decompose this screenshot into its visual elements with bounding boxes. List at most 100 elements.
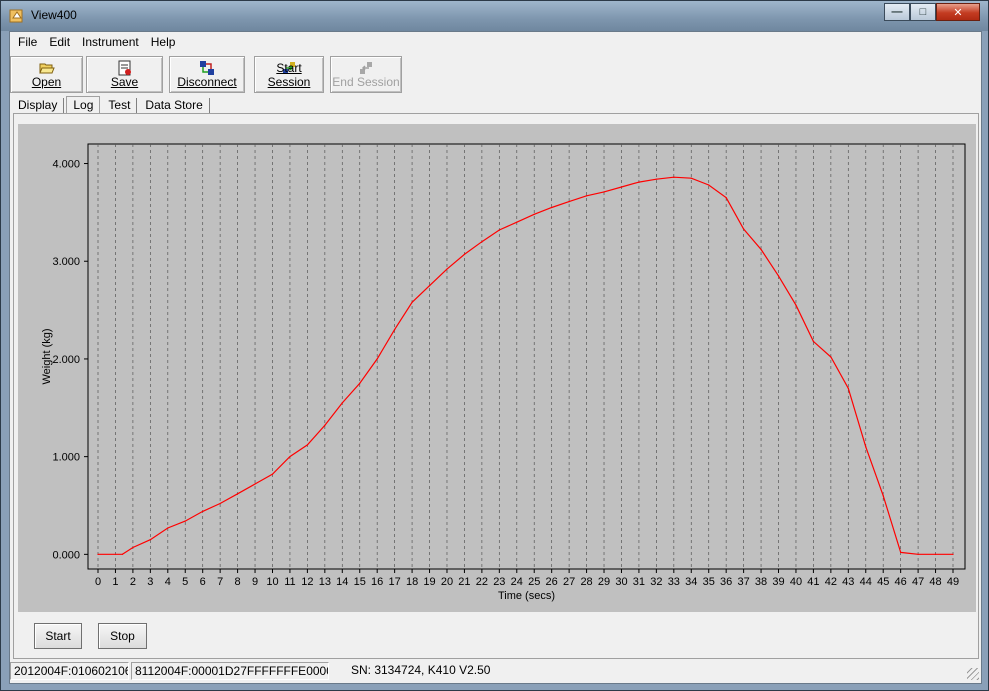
data-point bbox=[812, 340, 815, 342]
data-point bbox=[865, 446, 867, 448]
resize-grip[interactable] bbox=[967, 668, 979, 680]
data-point bbox=[149, 539, 151, 541]
data-point bbox=[236, 493, 239, 495]
data-point bbox=[743, 228, 745, 230]
close-icon: ✕ bbox=[953, 6, 963, 19]
x-tick-label: 40 bbox=[790, 576, 802, 588]
data-point bbox=[446, 268, 448, 270]
save-icon bbox=[118, 60, 131, 76]
data-point bbox=[516, 221, 518, 223]
data-point bbox=[463, 253, 466, 256]
data-point bbox=[219, 502, 221, 505]
data-point bbox=[882, 495, 884, 497]
data-point bbox=[324, 424, 326, 426]
maximize-icon: □ bbox=[919, 6, 927, 18]
open-label: Open bbox=[31, 75, 62, 89]
data-point bbox=[673, 176, 675, 178]
client-area: File Edit Instrument Help Open Save Disc… bbox=[9, 31, 982, 684]
x-tick-label: 2 bbox=[130, 576, 136, 588]
x-tick-label: 21 bbox=[458, 576, 470, 588]
maximize-button[interactable]: □ bbox=[910, 3, 936, 21]
tab-data-store[interactable]: Data Store bbox=[139, 98, 210, 114]
x-tick-label: 10 bbox=[266, 576, 278, 588]
data-point bbox=[306, 444, 308, 446]
start-button[interactable]: Start bbox=[34, 623, 82, 649]
title-bar[interactable]: View400 — □ ✕ bbox=[1, 1, 988, 31]
data-point bbox=[777, 275, 780, 277]
x-tick-label: 39 bbox=[772, 576, 784, 588]
x-tick-label: 30 bbox=[615, 576, 627, 588]
x-tick-label: 38 bbox=[755, 576, 767, 588]
data-point bbox=[121, 553, 124, 555]
x-tick-label: 47 bbox=[912, 576, 924, 588]
menu-file[interactable]: File bbox=[12, 35, 43, 49]
stop-button[interactable]: Stop bbox=[98, 623, 147, 649]
start-session-button[interactable]: Start Session bbox=[254, 56, 324, 93]
tab-test[interactable]: Test bbox=[102, 98, 138, 114]
end-session-button[interactable]: End Session bbox=[330, 56, 402, 93]
window-controls: — □ ✕ bbox=[884, 3, 980, 23]
x-tick-label: 29 bbox=[598, 576, 610, 588]
data-point bbox=[254, 483, 256, 485]
save-button[interactable]: Save bbox=[86, 56, 163, 93]
open-button[interactable]: Open bbox=[10, 56, 83, 93]
x-tick-label: 18 bbox=[406, 576, 418, 588]
x-tick-label: 5 bbox=[182, 576, 188, 588]
app-icon bbox=[9, 9, 23, 23]
tab-log[interactable]: Log bbox=[66, 96, 101, 114]
minimize-button[interactable]: — bbox=[884, 3, 910, 21]
tab-strip: Display Log Test Data Store bbox=[12, 96, 212, 114]
x-tick-label: 45 bbox=[877, 576, 889, 588]
data-point bbox=[830, 356, 832, 358]
data-point bbox=[551, 206, 553, 209]
x-tick-label: 20 bbox=[441, 576, 453, 588]
x-tick-label: 6 bbox=[200, 576, 206, 588]
folder-open-icon bbox=[38, 63, 55, 74]
data-point bbox=[638, 181, 640, 183]
menu-instrument[interactable]: Instrument bbox=[76, 35, 145, 49]
x-tick-label: 31 bbox=[633, 576, 645, 588]
minimize-icon: — bbox=[891, 6, 903, 18]
data-point bbox=[603, 191, 605, 193]
data-point bbox=[481, 241, 483, 243]
menu-help[interactable]: Help bbox=[145, 35, 182, 49]
data-point bbox=[725, 197, 727, 199]
x-axis-label: Time (secs) bbox=[498, 590, 555, 602]
x-tick-label: 42 bbox=[825, 576, 837, 588]
status-serial: SN: 3134724, K410 V2.50 bbox=[351, 663, 491, 677]
x-tick-label: 28 bbox=[580, 576, 592, 588]
data-point bbox=[271, 473, 274, 475]
data-point bbox=[341, 402, 343, 404]
x-tick-label: 14 bbox=[336, 576, 348, 588]
data-point bbox=[917, 553, 919, 555]
end-session-icon bbox=[360, 62, 372, 74]
y-tick-label: 2.000 bbox=[52, 354, 80, 366]
x-tick-label: 24 bbox=[511, 576, 523, 588]
data-point bbox=[795, 304, 797, 306]
menu-bar: File Edit Instrument Help bbox=[10, 32, 981, 52]
tab-display[interactable]: Display bbox=[12, 98, 65, 114]
disconnect-button[interactable]: Disconnect bbox=[169, 56, 245, 93]
x-tick-label: 0 bbox=[95, 576, 101, 588]
x-tick-label: 17 bbox=[389, 576, 401, 588]
x-tick-label: 19 bbox=[423, 576, 435, 588]
data-point bbox=[289, 456, 291, 458]
end-session-label: End Session bbox=[332, 75, 400, 89]
menu-edit[interactable]: Edit bbox=[43, 35, 76, 49]
x-tick-label: 3 bbox=[147, 576, 153, 588]
y-tick-label: 1.000 bbox=[52, 452, 80, 464]
data-point bbox=[655, 178, 657, 180]
data-point bbox=[934, 553, 937, 555]
x-tick-label: 4 bbox=[165, 576, 171, 588]
data-point bbox=[568, 201, 570, 203]
data-point bbox=[184, 520, 186, 522]
close-button[interactable]: ✕ bbox=[936, 3, 980, 21]
x-tick-label: 12 bbox=[301, 576, 313, 588]
y-tick-label: 0.000 bbox=[52, 549, 80, 561]
x-tick-label: 41 bbox=[807, 576, 819, 588]
x-tick-label: 37 bbox=[737, 576, 749, 588]
x-tick-label: 46 bbox=[895, 576, 907, 588]
x-tick-label: 44 bbox=[860, 576, 872, 588]
x-tick-label: 26 bbox=[546, 576, 558, 588]
data-point bbox=[202, 510, 204, 512]
